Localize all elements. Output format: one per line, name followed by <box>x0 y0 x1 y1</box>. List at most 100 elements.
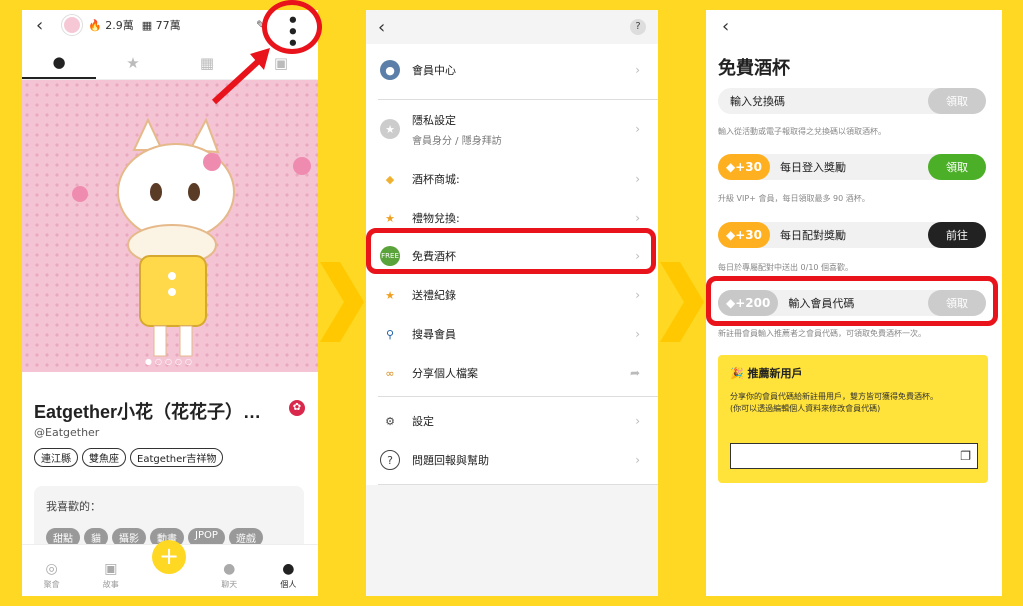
search-icon: ⚲ <box>385 327 395 341</box>
user-circle-icon: ● <box>380 60 400 80</box>
person-icon: ● <box>52 52 66 71</box>
cup-icon: ◆ <box>726 228 736 242</box>
tab-favorites[interactable]: ★ <box>96 46 170 79</box>
nav-label: 聊天 <box>221 580 238 589</box>
fans-count: 2.9萬 <box>105 19 134 32</box>
menu-cup-shop[interactable]: ◆ 酒杯商城: › <box>366 166 658 192</box>
help-icon[interactable]: ? <box>630 19 646 35</box>
party-icon: 🎉 <box>730 367 744 380</box>
back-icon[interactable]: ‹ <box>722 16 729 37</box>
add-button[interactable]: + <box>152 540 186 574</box>
menu-label-wrap: 隱私設定 會員身分 / 隱身拜訪 <box>412 112 502 147</box>
menu-label: 設定 <box>412 415 434 428</box>
chevron-right-icon: › <box>635 211 640 225</box>
settings-topbar: ‹ ? <box>366 10 658 44</box>
chevron-right-icon: › <box>635 172 640 186</box>
cup-icon: ◆ <box>726 160 736 174</box>
nav-profile[interactable]: ● 個人 <box>259 561 318 590</box>
privacy-icon: ★ <box>380 119 400 139</box>
invite-hint: 新註冊會員輸入推薦者之會員代碼，可領取免費酒杯一次。 <box>718 329 926 338</box>
menu-gift-record[interactable]: ★ 送禮紀錄 › <box>366 282 658 308</box>
chevron-right-icon: › <box>635 453 640 467</box>
nav-gatherings[interactable]: ◎ 聚會 <box>22 561 81 590</box>
stories-icon: ▣ <box>273 53 289 72</box>
reward-label: 每日配對獎勵 <box>780 229 846 242</box>
back-icon[interactable]: ‹ <box>36 15 62 36</box>
chevron-right-icon: › <box>635 288 640 302</box>
page-title: 免費酒杯 <box>718 58 790 79</box>
highlight-box <box>366 228 656 274</box>
profile-handle: @Eatgether <box>34 426 100 439</box>
profile-tags: 連江縣 雙魚座 Eatgether吉祥物 <box>34 448 224 467</box>
chevron-right-icon: › <box>635 122 640 136</box>
daily-match-row: ◆ +30 每日配對獎勵 前往 <box>718 222 986 248</box>
menu-member-center[interactable]: ● 會員中心 › <box>366 52 658 88</box>
divider <box>378 396 658 397</box>
menu-label: 會員中心 <box>412 64 456 77</box>
chevron-right-icon <box>660 262 704 342</box>
cover-photo[interactable]: ●○○○○ <box>22 80 318 372</box>
back-icon[interactable]: ‹ <box>378 17 385 38</box>
gear-icon: ⚙ <box>385 414 395 428</box>
cups-stat: ▦ 77萬 <box>141 19 181 32</box>
cup-shop-icon: ◆ <box>385 172 395 186</box>
arrow-annotation-icon <box>211 48 270 105</box>
menu-sublabel: 會員身分 / 隱身拜訪 <box>412 135 502 147</box>
verified-badge-icon: ✿ <box>289 400 305 416</box>
nav-label: 故事 <box>102 580 119 589</box>
refer-title: 🎉 推薦新用戶 <box>730 365 976 381</box>
avatar[interactable] <box>62 15 82 35</box>
match-go-button[interactable]: 前往 <box>928 222 986 248</box>
refer-desc: 分享你的會員代碼給新註冊用戶，雙方皆可獲得免費酒杯。 <box>730 392 938 401</box>
star-icon: ★ <box>385 211 395 225</box>
reward-pill: ◆ +30 <box>718 222 770 248</box>
tag-zodiac: 雙魚座 <box>82 448 126 467</box>
menu-label: 分享個人檔案 <box>412 367 478 380</box>
refer-desc-wrap: 分享你的會員代碼給新註冊用戶，雙方皆可獲得免費酒杯。 (你可以透過編輯個人資料來… <box>730 391 976 415</box>
gift-record-icon: ★ <box>385 288 395 302</box>
menu-label: 搜尋會員 <box>412 328 456 341</box>
daily-login-row: ◆ +30 每日登入獎勵 領取 <box>718 154 986 180</box>
settings-panel: ‹ ? ● 會員中心 › ★ 隱私設定 會員身分 / 隱身拜訪 › ◆ 酒杯商城:… <box>366 10 658 596</box>
reward-label: 每日登入獎勵 <box>780 161 846 174</box>
cups-count: 77萬 <box>155 19 181 32</box>
tag-location: 連江縣 <box>34 448 78 467</box>
tag-role: Eatgether吉祥物 <box>130 448 224 467</box>
redeem-hint: 輸入從活動或電子報取得之兌換碼以領取酒杯。 <box>718 127 886 136</box>
star-icon: ★ <box>126 53 140 72</box>
copy-icon[interactable]: ❐ <box>960 449 971 463</box>
refer-note: (你可以透過編輯個人資料來修改會員代碼) <box>730 404 881 413</box>
menu-privacy[interactable]: ★ 隱私設定 會員身分 / 隱身拜訪 › <box>366 106 658 152</box>
menu-share-profile[interactable]: ∞ 分享個人檔案 ➦ <box>366 360 658 386</box>
nav-stories[interactable]: ▣ 故事 <box>81 561 140 590</box>
menu-help[interactable]: ? 問題回報與幫助 › <box>366 447 658 473</box>
match-hint: 每日於專屬配對中送出 0/10 個喜歡。 <box>718 263 854 272</box>
carousel-dots[interactable]: ●○○○○ <box>22 357 318 366</box>
cat-mascot-illustration <box>72 117 311 357</box>
fans-stat: 🔥 2.9萬 <box>88 19 134 32</box>
menu-label: 送禮紀錄 <box>412 289 456 302</box>
nav-label: 聚會 <box>43 580 60 589</box>
chevron-right-icon: › <box>635 414 640 428</box>
likes-label: 我喜歡的： <box>46 500 101 513</box>
share-arrow-icon: ➦ <box>629 366 640 380</box>
redeem-button[interactable]: 領取 <box>928 88 986 114</box>
redeem-code-row[interactable]: 輸入兌換碼 領取 <box>718 88 986 114</box>
menu-settings[interactable]: ⚙ 設定 › <box>366 408 658 434</box>
chevron-right-icon: › <box>635 63 640 77</box>
menu-search-member[interactable]: ⚲ 搜尋會員 › <box>366 321 658 347</box>
story-icon: ▣ <box>104 561 118 577</box>
member-code-field[interactable]: ❐ <box>730 443 978 469</box>
highlight-box <box>706 276 998 326</box>
menu-label: 酒杯商城: <box>412 173 460 186</box>
nav-chat[interactable]: ● 聊天 <box>200 561 259 590</box>
daily-claim-button[interactable]: 領取 <box>928 154 986 180</box>
profile-name: Eatgether小花（花花子）… <box>34 402 262 422</box>
chevron-right-icon: › <box>635 327 640 341</box>
settings-footer-area <box>366 485 658 596</box>
tab-profile[interactable]: ● <box>22 46 96 79</box>
link-icon: ∞ <box>385 366 395 380</box>
nav-label: 個人 <box>280 580 297 589</box>
chat-icon: ● <box>223 561 236 577</box>
refer-title-text: 推薦新用戶 <box>747 367 803 380</box>
